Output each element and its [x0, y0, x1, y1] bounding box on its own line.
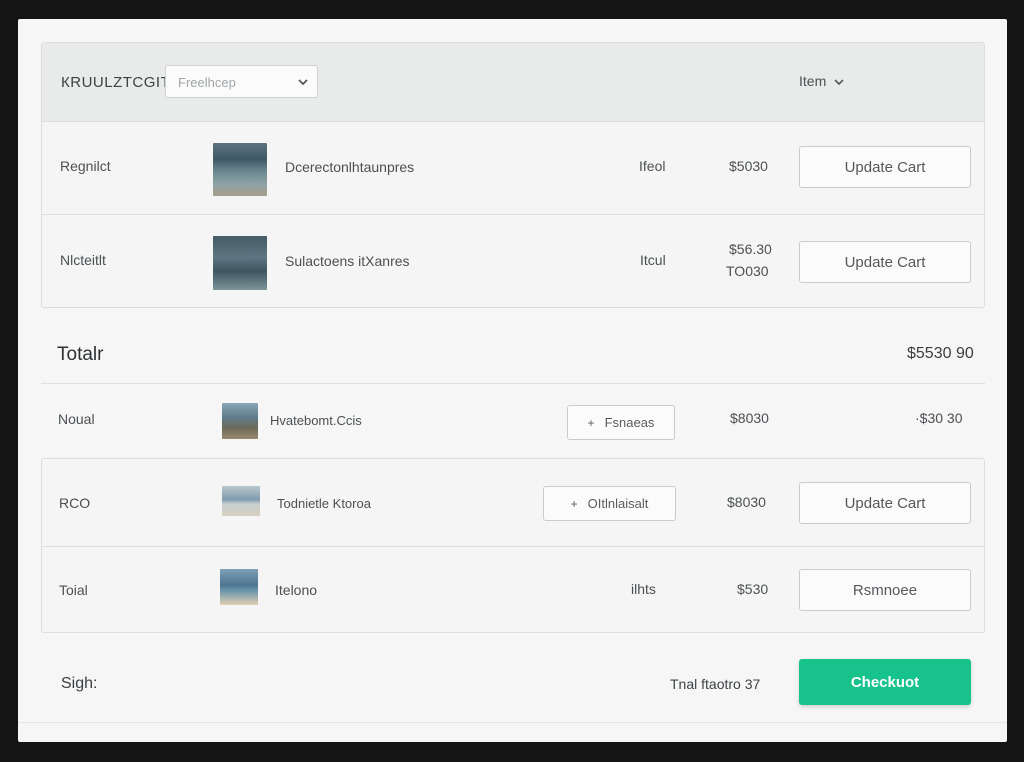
row-price-secondary: TO030 — [726, 263, 769, 279]
product-thumbnail — [220, 569, 258, 605]
column-sort-item[interactable]: Item — [799, 73, 844, 91]
row-description: Sulactoens itXanres — [285, 253, 410, 269]
table-row: Regnilct Dcerectonlhtaunpres Ifeol $5030… — [42, 121, 984, 214]
row-label: RCO — [59, 495, 91, 511]
product-thumbnail — [222, 486, 260, 516]
table-row: RCO Todnietle Ktoroa + OItlnlaisalt $803… — [42, 459, 984, 546]
row-description: Dcerectonlhtaunpres — [285, 159, 415, 175]
row-label: Toial — [59, 582, 88, 598]
row-description: Hvatebomt.Ccis — [270, 413, 362, 428]
update-cart-button[interactable]: Update Cart — [799, 146, 971, 188]
row-price: $8030 — [730, 410, 769, 426]
column-label: Item — [799, 73, 827, 89]
table-row: Nlcteitlt Sulactoens itXanres Itcul $56.… — [42, 215, 984, 308]
row-quantity: ilhts — [631, 581, 656, 597]
row-quantity: Ifeol — [639, 158, 666, 174]
product-thumbnail — [213, 143, 267, 196]
remove-button[interactable]: Rsmnoee — [799, 569, 971, 611]
total-value: $5530 90 — [907, 345, 974, 362]
row-description: Itelono — [275, 582, 318, 598]
checkout-button[interactable]: Checkuot — [799, 659, 971, 705]
row-label: Nlcteitlt — [60, 252, 106, 268]
add-option-button[interactable]: + Fsnaeas — [567, 405, 675, 440]
filter-select[interactable]: Freelhcep — [165, 65, 318, 98]
footer-total-text: Tnal ftaotro 37 — [670, 676, 761, 692]
product-thumbnail — [213, 236, 267, 290]
row-price: $8030 — [727, 494, 766, 510]
chevron-down-icon — [298, 79, 308, 86]
update-cart-button[interactable]: Update Cart — [799, 241, 971, 283]
row-price: $56.30 — [729, 241, 772, 257]
row-price: $5030 — [729, 158, 768, 174]
total-label: Totalr — [57, 344, 104, 365]
cart-title: КRUULZTCGIТ — [61, 74, 171, 91]
product-thumbnail — [222, 403, 258, 439]
add-option-label: Fsnaeas — [604, 415, 655, 430]
sign-label: Sigh: — [61, 675, 98, 692]
cart-header: КRUULZTCGIТ Freelhcep Item — [42, 43, 984, 122]
cart-items-group: RCO Todnietle Ktoroa + OItlnlaisalt $803… — [41, 458, 985, 633]
table-row: Toial Itelono ilhts $530 Rsmnoee — [42, 547, 984, 633]
row-price: $530 — [737, 581, 769, 597]
row-label: Noual — [58, 411, 95, 427]
row-description: Todnietle Ktoroa — [277, 496, 371, 511]
row-label: Regnilct — [60, 158, 111, 174]
divider — [18, 722, 1007, 723]
update-cart-button[interactable]: Update Cart — [799, 482, 971, 524]
add-option-button[interactable]: + OItlnlaisalt — [543, 486, 676, 521]
cart-items-group: КRUULZTCGIТ Freelhcep Item Regnilct Dcer… — [41, 42, 985, 308]
row-subtotal: ·$30 30 — [915, 410, 963, 426]
add-option-label: OItlnlaisalt — [587, 496, 649, 511]
chevron-down-icon — [834, 79, 844, 86]
table-row: Noual Hvatebomt.Ccis + Fsnaeas $8030 ·$3… — [41, 384, 985, 458]
plus-icon: + — [570, 496, 578, 511]
plus-icon: + — [587, 415, 595, 430]
filter-select-value: Freelhcep — [178, 75, 236, 90]
row-quantity: Itcul — [640, 252, 666, 268]
